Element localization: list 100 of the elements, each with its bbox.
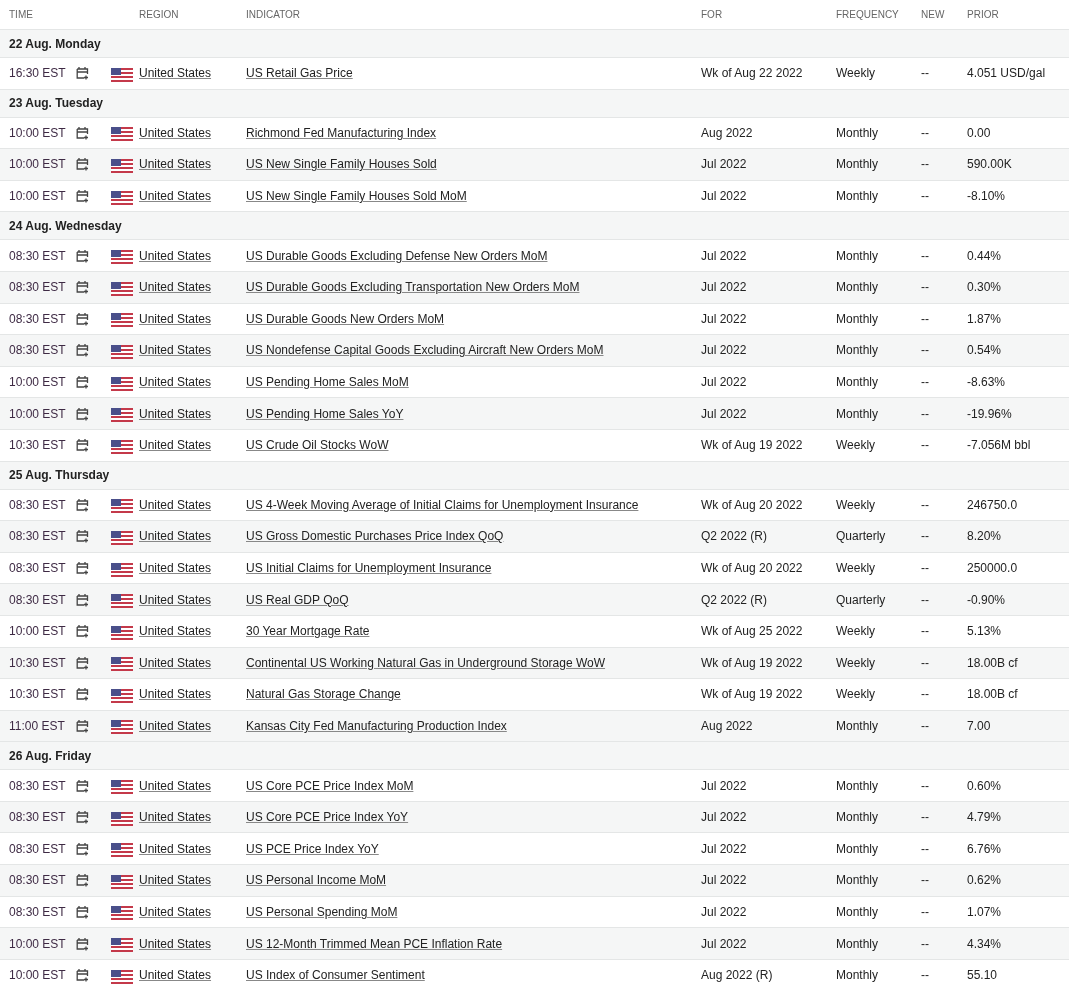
prior-value-cell-text: 250000.0: [967, 561, 1019, 575]
region-link[interactable]: United States: [139, 719, 212, 733]
period-cell-text: Jul 2022: [701, 841, 748, 856]
new-value-cell-text: --: [921, 841, 930, 856]
flag-icon: [111, 688, 133, 703]
indicator-link[interactable]: Natural Gas Storage Change: [246, 687, 401, 702]
calendar-add-icon[interactable]: [76, 497, 89, 512]
indicator-link[interactable]: US Retail Gas Price: [246, 66, 353, 81]
calendar-add-icon[interactable]: [76, 280, 89, 295]
flag-icon: [111, 281, 133, 296]
region-link[interactable]: United States: [139, 624, 212, 639]
prior-value-cell-text: 1.87%: [967, 311, 1003, 326]
indicator-link[interactable]: US Personal Spending MoM: [246, 904, 398, 919]
calendar-add-icon[interactable]: [76, 873, 89, 888]
column-header: NEW: [921, 9, 946, 20]
indicator-link[interactable]: US Pending Home Sales MoM: [246, 375, 409, 390]
indicator-link[interactable]: US Personal Income MoM: [246, 873, 387, 888]
region-link[interactable]: United States: [139, 561, 212, 575]
calendar-add-icon[interactable]: [76, 438, 89, 453]
calendar-add-icon[interactable]: [76, 248, 89, 263]
indicator-link[interactable]: US New Single Family Houses Sold MoM: [246, 189, 467, 204]
region-link[interactable]: United States: [139, 810, 212, 825]
indicator-link[interactable]: US Initial Claims for Unemployment Insurance: [246, 561, 492, 575]
frequency-cell-text: Weekly: [836, 624, 877, 639]
new-value-cell-text: --: [921, 66, 930, 81]
region-link[interactable]: United States: [139, 592, 212, 607]
indicator-link[interactable]: US Core PCE Price Index YoY: [246, 810, 409, 825]
indicator-link[interactable]: US PCE Price Index YoY: [246, 841, 379, 856]
region-link[interactable]: United States: [139, 406, 212, 421]
indicator-link[interactable]: 30 Year Mortgage Rate: [246, 624, 370, 639]
calendar-add-icon[interactable]: [76, 529, 89, 544]
region-link[interactable]: United States: [139, 343, 212, 358]
prior-value-cell-text: 4.051 USD/gal: [967, 66, 1047, 81]
calendar-add-icon[interactable]: [76, 311, 89, 326]
flag-icon: [111, 408, 133, 423]
flag-icon: [111, 439, 133, 454]
event-time: 10:30 EST: [9, 438, 67, 453]
indicator-link[interactable]: Richmond Fed Manufacturing Index: [246, 125, 437, 140]
calendar-add-icon[interactable]: [76, 66, 89, 81]
region-link[interactable]: United States: [139, 778, 212, 793]
indicator-link[interactable]: US Core PCE Price Index MoM: [246, 778, 414, 793]
calendar-add-icon[interactable]: [76, 406, 89, 421]
calendar-add-icon[interactable]: [76, 592, 89, 607]
calendar-add-icon[interactable]: [76, 561, 89, 575]
calendar-add-icon[interactable]: [76, 719, 89, 733]
indicator-link[interactable]: US Gross Domestic Purchases Price Index QoQ: [246, 529, 504, 544]
region-link[interactable]: United States: [139, 687, 212, 702]
indicator-link[interactable]: US 4-Week Moving Average of Initial Claims for Unemployment Insurance: [246, 497, 639, 512]
period-cell-text: Jul 2022: [701, 810, 748, 825]
indicator-link[interactable]: US Real GDP QoQ: [246, 592, 349, 607]
period-cell-text: Wk of Aug 25 2022: [701, 624, 804, 639]
indicator-link[interactable]: US Nondefense Capital Goods Excluding Aircraft New Orders MoM: [246, 343, 604, 358]
region-link[interactable]: United States: [139, 497, 212, 512]
calendar-add-icon[interactable]: [76, 936, 89, 951]
indicator-link[interactable]: US Durable Goods Excluding Defense New Orders MoM: [246, 248, 548, 263]
region-link[interactable]: United States: [139, 375, 212, 390]
calendar-add-icon[interactable]: [76, 343, 89, 358]
flag-icon: [111, 625, 133, 640]
region-link[interactable]: United States: [139, 968, 212, 983]
new-value-cell-text: --: [921, 125, 930, 140]
calendar-add-icon[interactable]: [76, 810, 89, 825]
calendar-add-icon[interactable]: [76, 968, 89, 983]
calendar-add-icon[interactable]: [76, 904, 89, 919]
calendar-add-icon[interactable]: [76, 125, 89, 140]
region-link[interactable]: United States: [139, 936, 212, 951]
indicator-link[interactable]: Continental US Working Natural Gas in Underground Storage WoW: [246, 655, 606, 670]
indicator-link[interactable]: US Durable Goods Excluding Transportation New Orders MoM: [246, 280, 580, 295]
frequency-cell-text: Quarterly: [836, 529, 887, 544]
calendar-add-icon[interactable]: [76, 778, 89, 793]
region-link[interactable]: United States: [139, 157, 212, 172]
region-link[interactable]: United States: [139, 529, 212, 544]
region-link[interactable]: United States: [139, 66, 212, 81]
calendar-add-icon[interactable]: [76, 624, 89, 639]
region-link[interactable]: United States: [139, 438, 212, 453]
indicator-link[interactable]: US Durable Goods New Orders MoM: [246, 311, 445, 326]
calendar-add-icon[interactable]: [76, 157, 89, 172]
region-link[interactable]: United States: [139, 248, 212, 263]
calendar-add-icon[interactable]: [76, 655, 89, 670]
indicator-link[interactable]: US Crude Oil Stocks WoW: [246, 438, 389, 453]
region-link[interactable]: United States: [139, 189, 212, 204]
region-link[interactable]: United States: [139, 904, 212, 919]
indicator-link[interactable]: US New Single Family Houses Sold: [246, 157, 437, 172]
indicator-link[interactable]: US 12-Month Trimmed Mean PCE Inflation Rate: [246, 936, 503, 951]
period-cell-text: Jul 2022: [701, 406, 748, 421]
calendar-add-icon[interactable]: [76, 841, 89, 856]
new-value-cell-text: --: [921, 655, 930, 670]
region-link[interactable]: United States: [139, 841, 212, 856]
region-link[interactable]: United States: [139, 311, 212, 326]
event-time: 10:00 EST: [9, 125, 67, 140]
calendar-add-icon[interactable]: [76, 375, 89, 390]
prior-value-cell-text: 0.62%: [967, 873, 1003, 888]
calendar-add-icon[interactable]: [76, 189, 89, 204]
region-link[interactable]: United States: [139, 655, 212, 670]
indicator-link[interactable]: US Index of Consumer Sentiment: [246, 968, 425, 983]
region-link[interactable]: United States: [139, 873, 212, 888]
region-link[interactable]: United States: [139, 125, 212, 140]
indicator-link[interactable]: Kansas City Fed Manufacturing Production Index: [246, 719, 507, 733]
calendar-add-icon[interactable]: [76, 687, 89, 702]
indicator-link[interactable]: US Pending Home Sales YoY: [246, 406, 404, 421]
region-link[interactable]: United States: [139, 280, 212, 295]
